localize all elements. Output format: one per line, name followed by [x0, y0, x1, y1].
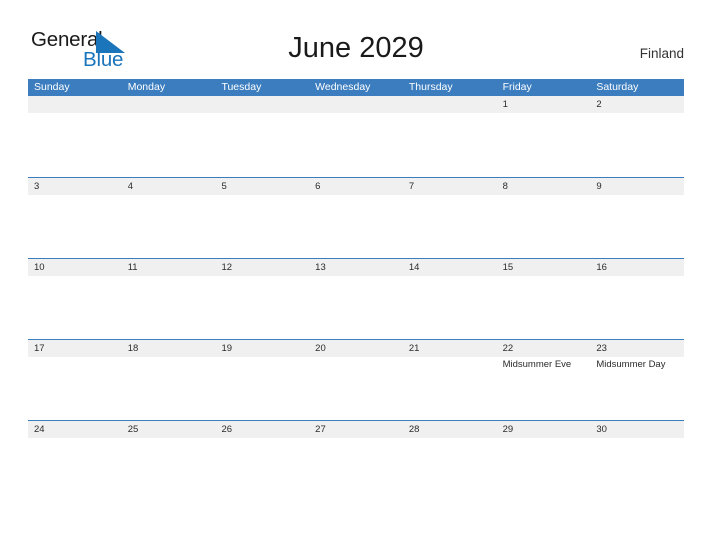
day-cell[interactable]: 3 [28, 178, 122, 258]
day-number: 24 [34, 424, 45, 435]
day-cell[interactable]: 26 [215, 421, 310, 501]
day-number: 21 [408, 343, 420, 354]
day-number: 2 [596, 99, 602, 110]
day-number: 18 [127, 343, 139, 354]
day-number: 8 [502, 181, 508, 192]
day-cell[interactable]: 13 [309, 259, 403, 339]
calendar-week-row: 17 18 19 20 21 22 Midsummer Eve 23 Midsu… [28, 339, 685, 420]
day-number: 16 [596, 262, 607, 273]
event-label: Midsummer Day [596, 359, 666, 370]
day-events: Midsummer Day [596, 358, 682, 371]
day-cell[interactable]: 21 [402, 340, 497, 420]
day-cell[interactable]: 18 [121, 340, 216, 420]
day-number: 12 [221, 262, 233, 273]
day-cell[interactable]: 10 [28, 259, 122, 339]
day-number: 9 [596, 181, 602, 192]
day-cell[interactable]: 29 [496, 421, 591, 501]
day-number: 15 [502, 262, 514, 273]
day-number: 29 [502, 424, 514, 435]
day-cell[interactable] [402, 96, 497, 176]
day-number: 23 [596, 343, 607, 354]
day-number: 13 [315, 262, 326, 273]
day-number: 30 [596, 424, 607, 435]
weekday-header-friday: Friday [502, 81, 532, 93]
weekday-header-tuesday: Tuesday [221, 81, 262, 93]
day-cell[interactable]: 1 [496, 96, 591, 176]
day-cell[interactable]: 4 [121, 178, 216, 258]
day-cell[interactable]: 6 [309, 178, 403, 258]
day-cell[interactable] [28, 96, 122, 176]
day-cell[interactable]: 28 [402, 421, 497, 501]
weekday-header-row: Sunday Monday Tuesday Wednesday Thursday… [28, 79, 684, 96]
day-cell[interactable]: 7 [402, 178, 497, 258]
day-number: 26 [221, 424, 233, 435]
day-cell[interactable]: 8 [496, 178, 591, 258]
calendar-week-row: 1 2 [28, 96, 685, 177]
day-number: 11 [127, 262, 138, 273]
day-cell[interactable]: 12 [215, 259, 310, 339]
day-cell[interactable]: 11 [121, 259, 216, 339]
page-title: June 2029 [288, 32, 424, 64]
weekday-header-saturday: Saturday [596, 81, 639, 93]
day-number: 22 [502, 343, 514, 354]
day-cell[interactable]: 14 [402, 259, 497, 339]
day-cell[interactable]: 30 [590, 421, 685, 501]
day-number: 7 [408, 181, 415, 192]
day-number: 19 [221, 343, 233, 354]
day-cell[interactable]: 22 Midsummer Eve [496, 340, 591, 420]
day-cell[interactable]: 2 [590, 96, 685, 176]
day-cell[interactable]: 19 [215, 340, 310, 420]
weekday-header-wednesday: Wednesday [315, 81, 371, 93]
calendar-grid: Sunday Monday Tuesday Wednesday Thursday… [28, 79, 685, 501]
day-cell[interactable]: 17 [28, 340, 122, 420]
day-number: 4 [127, 181, 134, 192]
weekday-header-monday: Monday [127, 81, 166, 93]
day-number: 3 [34, 181, 40, 192]
calendar-week-row: 3 4 5 6 7 8 9 [28, 177, 685, 258]
day-number: 20 [315, 343, 326, 354]
region-label: Finland [639, 46, 684, 61]
day-cell[interactable] [215, 96, 310, 176]
day-cell[interactable]: 15 [496, 259, 591, 339]
day-number: 1 [502, 99, 508, 110]
day-number: 17 [34, 343, 45, 354]
day-cell[interactable]: 20 [309, 340, 403, 420]
day-cell[interactable]: 23 Midsummer Day [590, 340, 685, 420]
weekday-header-thursday: Thursday [408, 81, 453, 93]
day-cell[interactable]: 25 [121, 421, 216, 501]
day-cell[interactable]: 16 [590, 259, 685, 339]
day-cell[interactable] [309, 96, 403, 176]
day-cell[interactable]: 24 [28, 421, 122, 501]
calendar-week-row: 24 25 26 27 28 29 30 [28, 420, 685, 501]
day-cell[interactable] [121, 96, 216, 176]
event-label: Midsummer Eve [502, 359, 572, 370]
day-number: 10 [34, 262, 45, 273]
weekday-header-sunday: Sunday [34, 81, 70, 93]
day-number: 27 [315, 424, 326, 435]
day-number: 25 [127, 424, 139, 435]
day-events: Midsummer Eve [503, 358, 589, 371]
day-number: 28 [408, 424, 420, 435]
day-number: 5 [221, 181, 227, 192]
day-number: 6 [315, 181, 321, 192]
day-cell[interactable]: 5 [215, 178, 310, 258]
calendar-week-row: 10 11 12 13 14 15 16 [28, 258, 685, 339]
calendar-page: General Blue June 2029 Finland Sunday Mo… [0, 0, 712, 550]
day-number: 14 [408, 262, 420, 273]
page-header: General Blue June 2029 Finland [0, 0, 712, 79]
day-cell[interactable]: 27 [309, 421, 403, 501]
day-cell[interactable]: 9 [590, 178, 685, 258]
